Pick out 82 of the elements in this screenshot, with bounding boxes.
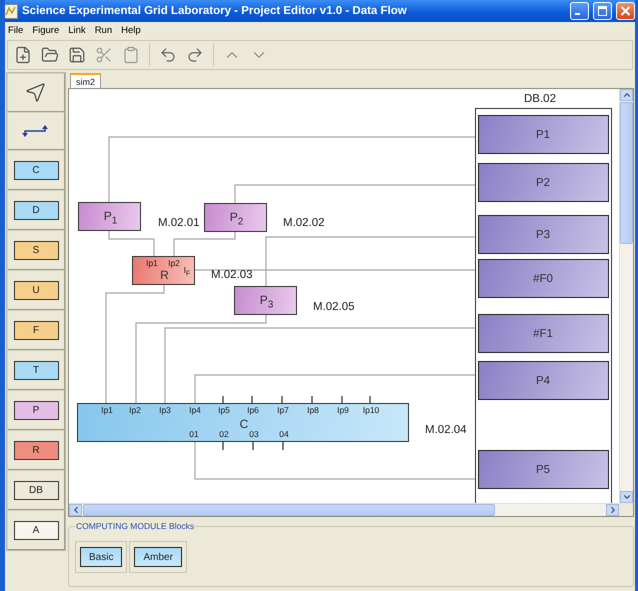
vertical-scrollbar[interactable] xyxy=(619,89,633,503)
horizontal-scrollbar[interactable] xyxy=(69,503,619,516)
palette-block[interactable]: R xyxy=(14,440,58,460)
database-entry[interactable]: P5 xyxy=(478,450,608,489)
database-title: DB.02 xyxy=(524,93,556,105)
port-label: Ip2 xyxy=(168,258,180,268)
port-label: Ip1 xyxy=(101,405,113,415)
scissors-icon[interactable] xyxy=(95,46,113,64)
scroll-up-icon[interactable] xyxy=(622,90,632,100)
menu-item[interactable]: Figure xyxy=(32,24,60,36)
router-node[interactable]: R Ip1 Ip2 I$_{F}$ xyxy=(132,256,195,285)
module-id: M.02.01 xyxy=(158,217,200,229)
menu-item[interactable]: Help xyxy=(121,24,141,36)
module-id: M.02.05 xyxy=(313,301,355,313)
port-label: I$_{F}$ xyxy=(184,265,190,278)
new-file-icon[interactable] xyxy=(14,46,32,64)
scrollbar-corner xyxy=(619,503,633,516)
node-label: P$_{2}$ xyxy=(230,210,244,228)
palette-block[interactable]: A xyxy=(14,520,58,540)
scroll-thumb[interactable] xyxy=(83,504,495,516)
process-node[interactable]: P$_{2}$ xyxy=(204,203,267,232)
process-node[interactable]: P$_{1}$ xyxy=(78,202,141,231)
port-label: Ip4 xyxy=(189,405,201,415)
maximize-button[interactable] xyxy=(593,2,612,20)
link-tool-icon[interactable] xyxy=(21,124,51,138)
port-label: Ip3 xyxy=(159,405,171,415)
maximize-icon[interactable] xyxy=(598,6,607,16)
menu-item[interactable]: Run xyxy=(94,24,112,36)
port-label: 03 xyxy=(249,429,259,439)
save-icon[interactable] xyxy=(68,46,86,64)
database-entry[interactable]: #F0 xyxy=(478,259,608,298)
palette-block[interactable]: S xyxy=(14,240,58,260)
palette-block[interactable]: DB xyxy=(14,480,58,500)
block-button[interactable]: Amber xyxy=(134,547,182,567)
process-node[interactable]: P$_{3}$ xyxy=(234,286,297,315)
port-label: Ip10 xyxy=(362,405,380,415)
port-label: Ip9 xyxy=(337,405,349,415)
database-node[interactable]: P1 P2 P3 #F0 #F1 P4 P5 xyxy=(475,108,612,503)
panel-title: COMPUTING MODULE Blocks xyxy=(75,521,196,531)
node-label: R xyxy=(160,268,169,282)
scroll-down-icon[interactable] xyxy=(622,492,632,502)
port-label: 01 xyxy=(189,429,199,439)
palette-block[interactable]: D xyxy=(14,200,58,220)
port-label: Ip6 xyxy=(247,405,259,415)
node-label: P$_{3}$ xyxy=(260,293,274,310)
database-entry[interactable]: P3 xyxy=(478,215,608,254)
port-label: Ip7 xyxy=(277,405,289,415)
undo-icon[interactable] xyxy=(159,46,177,64)
database-entry[interactable]: P2 xyxy=(478,163,608,202)
port-label: Ip1 xyxy=(146,258,158,268)
compute-node[interactable]: C Ip1 Ip2 Ip3 Ip4 Ip5 Ip6 Ip7 Ip8 Ip9 Ip10 01 02 03 04 xyxy=(77,403,409,442)
port-label: 04 xyxy=(279,429,289,439)
database-entry[interactable]: P4 xyxy=(478,361,608,400)
window-title: Science Experimental Grid Laboratory - Project Editor v1.0 - Data Flow xyxy=(22,5,408,17)
module-id: M.02.04 xyxy=(425,424,467,436)
menu-item[interactable]: File xyxy=(8,24,24,36)
module-id: M.02.02 xyxy=(283,217,325,229)
palette-block[interactable]: T xyxy=(14,360,58,380)
menu-item[interactable]: Link xyxy=(68,24,86,36)
connector-line xyxy=(173,232,236,256)
palette-block[interactable]: P xyxy=(14,400,58,420)
port-label: Ip2 xyxy=(129,405,141,415)
node-label: P$_{1}$ xyxy=(104,209,118,226)
palette-block[interactable]: C xyxy=(14,160,58,180)
block-button[interactable]: Basic xyxy=(80,547,122,567)
node-label: C xyxy=(240,417,248,431)
module-id: M.02.03 xyxy=(211,269,253,281)
scroll-thumb[interactable] xyxy=(620,102,633,244)
palette-block[interactable]: F xyxy=(14,320,58,340)
port-label: Ip8 xyxy=(307,405,319,415)
port-label: Ip5 xyxy=(218,405,230,415)
app-icon xyxy=(5,4,18,18)
minimize-button[interactable] xyxy=(570,2,589,20)
database-entry[interactable]: P1 xyxy=(478,115,608,154)
redo-icon[interactable] xyxy=(186,46,204,64)
folder-icon[interactable] xyxy=(41,46,59,64)
tab[interactable]: sim2 xyxy=(70,73,102,88)
clipboard-icon[interactable] xyxy=(122,46,140,64)
palette-block[interactable]: U xyxy=(14,280,58,300)
connector-line xyxy=(108,231,155,256)
port-label: 02 xyxy=(219,429,229,439)
database-entry[interactable]: #F1 xyxy=(478,314,608,353)
